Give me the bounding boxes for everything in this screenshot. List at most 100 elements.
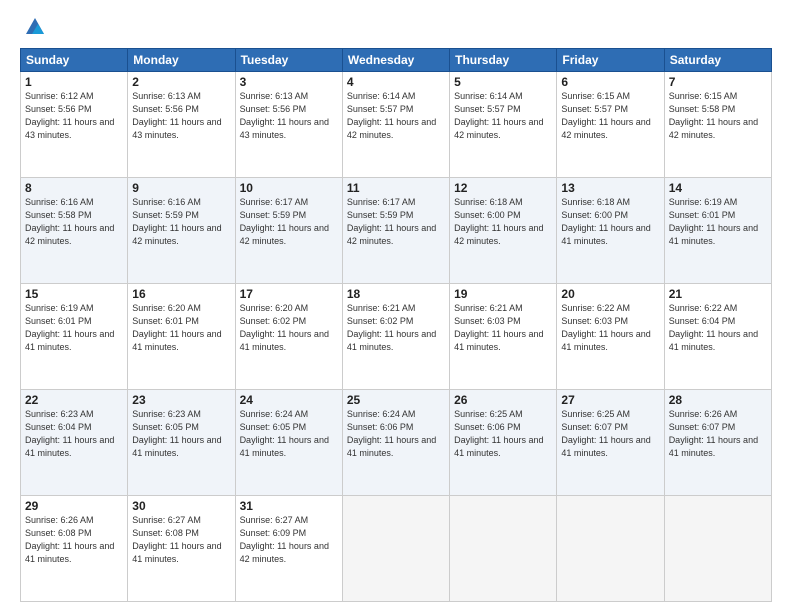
day-info: Sunrise: 6:19 AMSunset: 6:01 PMDaylight:…	[669, 196, 767, 248]
day-number: 3	[240, 75, 338, 89]
calendar-cell: 2Sunrise: 6:13 AMSunset: 5:56 PMDaylight…	[128, 72, 235, 178]
day-number: 4	[347, 75, 445, 89]
calendar-cell: 3Sunrise: 6:13 AMSunset: 5:56 PMDaylight…	[235, 72, 342, 178]
week-row-5: 29Sunrise: 6:26 AMSunset: 6:08 PMDayligh…	[21, 496, 772, 602]
week-row-3: 15Sunrise: 6:19 AMSunset: 6:01 PMDayligh…	[21, 284, 772, 390]
calendar-cell: 26Sunrise: 6:25 AMSunset: 6:06 PMDayligh…	[450, 390, 557, 496]
header-row: Sunday Monday Tuesday Wednesday Thursday…	[21, 49, 772, 72]
calendar-cell: 4Sunrise: 6:14 AMSunset: 5:57 PMDaylight…	[342, 72, 449, 178]
day-info: Sunrise: 6:24 AMSunset: 6:05 PMDaylight:…	[240, 408, 338, 460]
calendar-cell: 13Sunrise: 6:18 AMSunset: 6:00 PMDayligh…	[557, 178, 664, 284]
calendar-cell: 9Sunrise: 6:16 AMSunset: 5:59 PMDaylight…	[128, 178, 235, 284]
calendar-cell: 10Sunrise: 6:17 AMSunset: 5:59 PMDayligh…	[235, 178, 342, 284]
day-number: 2	[132, 75, 230, 89]
calendar-cell: 8Sunrise: 6:16 AMSunset: 5:58 PMDaylight…	[21, 178, 128, 284]
day-number: 11	[347, 181, 445, 195]
day-number: 26	[454, 393, 552, 407]
day-number: 20	[561, 287, 659, 301]
day-number: 5	[454, 75, 552, 89]
day-number: 24	[240, 393, 338, 407]
day-info: Sunrise: 6:18 AMSunset: 6:00 PMDaylight:…	[454, 196, 552, 248]
header	[20, 16, 772, 38]
calendar-cell: 19Sunrise: 6:21 AMSunset: 6:03 PMDayligh…	[450, 284, 557, 390]
day-info: Sunrise: 6:25 AMSunset: 6:06 PMDaylight:…	[454, 408, 552, 460]
day-number: 22	[25, 393, 123, 407]
day-number: 17	[240, 287, 338, 301]
day-number: 6	[561, 75, 659, 89]
day-number: 19	[454, 287, 552, 301]
day-number: 15	[25, 287, 123, 301]
day-number: 23	[132, 393, 230, 407]
day-info: Sunrise: 6:25 AMSunset: 6:07 PMDaylight:…	[561, 408, 659, 460]
calendar-cell	[342, 496, 449, 602]
day-number: 13	[561, 181, 659, 195]
calendar-cell: 18Sunrise: 6:21 AMSunset: 6:02 PMDayligh…	[342, 284, 449, 390]
calendar-cell: 31Sunrise: 6:27 AMSunset: 6:09 PMDayligh…	[235, 496, 342, 602]
day-info: Sunrise: 6:20 AMSunset: 6:01 PMDaylight:…	[132, 302, 230, 354]
day-info: Sunrise: 6:20 AMSunset: 6:02 PMDaylight:…	[240, 302, 338, 354]
col-tuesday: Tuesday	[235, 49, 342, 72]
col-wednesday: Wednesday	[342, 49, 449, 72]
calendar-cell	[664, 496, 771, 602]
calendar-cell: 11Sunrise: 6:17 AMSunset: 5:59 PMDayligh…	[342, 178, 449, 284]
calendar-cell: 5Sunrise: 6:14 AMSunset: 5:57 PMDaylight…	[450, 72, 557, 178]
day-number: 21	[669, 287, 767, 301]
col-saturday: Saturday	[664, 49, 771, 72]
day-info: Sunrise: 6:16 AMSunset: 5:59 PMDaylight:…	[132, 196, 230, 248]
calendar-cell: 20Sunrise: 6:22 AMSunset: 6:03 PMDayligh…	[557, 284, 664, 390]
calendar-cell: 25Sunrise: 6:24 AMSunset: 6:06 PMDayligh…	[342, 390, 449, 496]
week-row-4: 22Sunrise: 6:23 AMSunset: 6:04 PMDayligh…	[21, 390, 772, 496]
day-number: 28	[669, 393, 767, 407]
week-row-2: 8Sunrise: 6:16 AMSunset: 5:58 PMDaylight…	[21, 178, 772, 284]
calendar-cell	[557, 496, 664, 602]
week-row-1: 1Sunrise: 6:12 AMSunset: 5:56 PMDaylight…	[21, 72, 772, 178]
day-number: 27	[561, 393, 659, 407]
calendar-cell: 16Sunrise: 6:20 AMSunset: 6:01 PMDayligh…	[128, 284, 235, 390]
day-info: Sunrise: 6:22 AMSunset: 6:03 PMDaylight:…	[561, 302, 659, 354]
day-number: 25	[347, 393, 445, 407]
day-info: Sunrise: 6:17 AMSunset: 5:59 PMDaylight:…	[347, 196, 445, 248]
day-number: 29	[25, 499, 123, 513]
day-info: Sunrise: 6:22 AMSunset: 6:04 PMDaylight:…	[669, 302, 767, 354]
calendar-cell: 24Sunrise: 6:24 AMSunset: 6:05 PMDayligh…	[235, 390, 342, 496]
day-info: Sunrise: 6:14 AMSunset: 5:57 PMDaylight:…	[347, 90, 445, 142]
day-number: 18	[347, 287, 445, 301]
col-thursday: Thursday	[450, 49, 557, 72]
calendar-cell: 28Sunrise: 6:26 AMSunset: 6:07 PMDayligh…	[664, 390, 771, 496]
day-info: Sunrise: 6:23 AMSunset: 6:04 PMDaylight:…	[25, 408, 123, 460]
day-info: Sunrise: 6:16 AMSunset: 5:58 PMDaylight:…	[25, 196, 123, 248]
col-sunday: Sunday	[21, 49, 128, 72]
calendar-cell: 29Sunrise: 6:26 AMSunset: 6:08 PMDayligh…	[21, 496, 128, 602]
logo	[20, 16, 48, 38]
day-number: 1	[25, 75, 123, 89]
day-info: Sunrise: 6:27 AMSunset: 6:08 PMDaylight:…	[132, 514, 230, 566]
calendar-cell: 17Sunrise: 6:20 AMSunset: 6:02 PMDayligh…	[235, 284, 342, 390]
day-info: Sunrise: 6:18 AMSunset: 6:00 PMDaylight:…	[561, 196, 659, 248]
calendar-cell: 6Sunrise: 6:15 AMSunset: 5:57 PMDaylight…	[557, 72, 664, 178]
calendar-cell: 1Sunrise: 6:12 AMSunset: 5:56 PMDaylight…	[21, 72, 128, 178]
calendar-cell: 7Sunrise: 6:15 AMSunset: 5:58 PMDaylight…	[664, 72, 771, 178]
calendar-table: Sunday Monday Tuesday Wednesday Thursday…	[20, 48, 772, 602]
col-monday: Monday	[128, 49, 235, 72]
col-friday: Friday	[557, 49, 664, 72]
day-number: 9	[132, 181, 230, 195]
day-number: 10	[240, 181, 338, 195]
day-info: Sunrise: 6:19 AMSunset: 6:01 PMDaylight:…	[25, 302, 123, 354]
day-number: 8	[25, 181, 123, 195]
logo-icon	[24, 16, 46, 38]
day-number: 14	[669, 181, 767, 195]
calendar-cell: 12Sunrise: 6:18 AMSunset: 6:00 PMDayligh…	[450, 178, 557, 284]
calendar-cell: 23Sunrise: 6:23 AMSunset: 6:05 PMDayligh…	[128, 390, 235, 496]
day-info: Sunrise: 6:23 AMSunset: 6:05 PMDaylight:…	[132, 408, 230, 460]
calendar-cell: 21Sunrise: 6:22 AMSunset: 6:04 PMDayligh…	[664, 284, 771, 390]
day-info: Sunrise: 6:21 AMSunset: 6:03 PMDaylight:…	[454, 302, 552, 354]
day-info: Sunrise: 6:13 AMSunset: 5:56 PMDaylight:…	[240, 90, 338, 142]
calendar-cell: 14Sunrise: 6:19 AMSunset: 6:01 PMDayligh…	[664, 178, 771, 284]
day-number: 12	[454, 181, 552, 195]
day-info: Sunrise: 6:27 AMSunset: 6:09 PMDaylight:…	[240, 514, 338, 566]
day-info: Sunrise: 6:26 AMSunset: 6:08 PMDaylight:…	[25, 514, 123, 566]
day-info: Sunrise: 6:26 AMSunset: 6:07 PMDaylight:…	[669, 408, 767, 460]
day-number: 30	[132, 499, 230, 513]
day-info: Sunrise: 6:12 AMSunset: 5:56 PMDaylight:…	[25, 90, 123, 142]
calendar-cell: 30Sunrise: 6:27 AMSunset: 6:08 PMDayligh…	[128, 496, 235, 602]
